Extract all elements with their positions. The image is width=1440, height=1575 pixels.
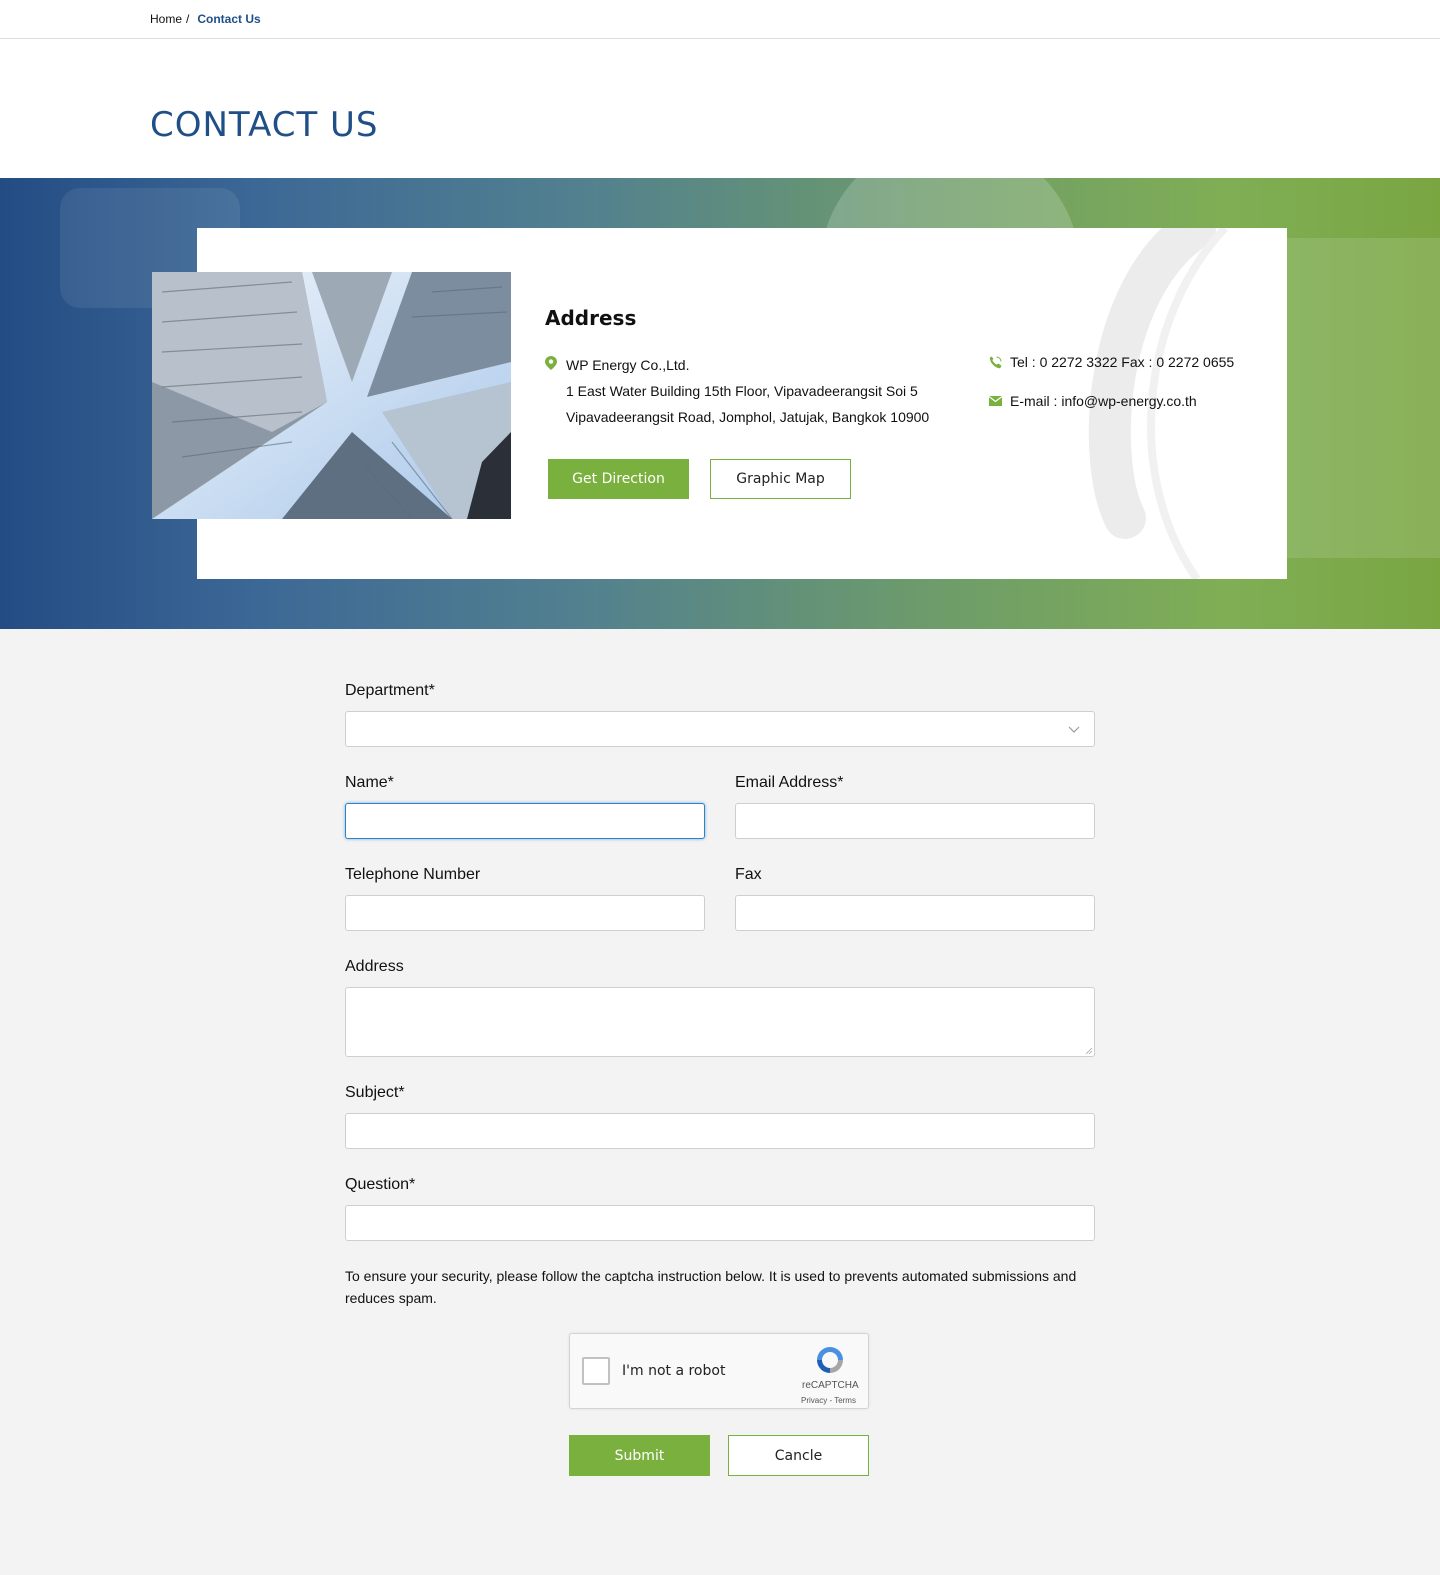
name-label: Name* bbox=[345, 774, 394, 791]
address-line-2: Vipavadeerangsit Road, Jomphol, Jatujak,… bbox=[566, 409, 930, 425]
subject-label: Subject* bbox=[345, 1084, 405, 1101]
graphic-map-button[interactable]: Graphic Map bbox=[710, 459, 851, 499]
breadcrumb-home-link[interactable]: Home bbox=[150, 12, 182, 26]
email-label: Email Address* bbox=[735, 774, 844, 791]
telephone-label: Telephone Number bbox=[345, 866, 481, 883]
recaptcha-checkbox[interactable] bbox=[582, 1357, 610, 1385]
chevron-down-icon bbox=[1068, 726, 1080, 733]
recaptcha-privacy-terms[interactable]: Privacy - Terms bbox=[801, 1396, 856, 1405]
submit-button[interactable]: Submit bbox=[569, 1435, 710, 1476]
telephone-input[interactable] bbox=[345, 895, 705, 931]
fax-label: Fax bbox=[735, 866, 762, 883]
question-label: Question* bbox=[345, 1176, 416, 1193]
email-input[interactable] bbox=[735, 803, 1095, 839]
telephone-fax-text: Tel : 0 2272 3322 Fax : 0 2272 0655 bbox=[1010, 354, 1235, 370]
cancel-button[interactable]: Cancle bbox=[728, 1435, 869, 1476]
recaptcha-widget: I'm not a robot reCAPTCHA Privacy - Term… bbox=[569, 1333, 869, 1409]
name-input[interactable] bbox=[345, 803, 705, 839]
phone-icon bbox=[989, 356, 1002, 369]
address-heading: Address bbox=[545, 306, 637, 330]
address-block: WP Energy Co.,Ltd. 1 East Water Building… bbox=[566, 352, 929, 430]
recaptcha-label: I'm not a robot bbox=[622, 1363, 726, 1379]
page-title: CONTACT US bbox=[150, 105, 379, 145]
breadcrumb: Home / Contact Us bbox=[150, 12, 261, 26]
department-label: Department* bbox=[345, 682, 435, 699]
breadcrumb-separator: / bbox=[186, 12, 190, 26]
email-text[interactable]: E-mail : info@wp-energy.co.th bbox=[1010, 391, 1197, 411]
department-select[interactable] bbox=[345, 711, 1095, 747]
subject-input[interactable] bbox=[345, 1113, 1095, 1149]
title-section: CONTACT US bbox=[0, 39, 1440, 178]
recaptcha-logo-icon bbox=[817, 1347, 843, 1373]
fax-input[interactable] bbox=[735, 895, 1095, 931]
question-input[interactable] bbox=[345, 1205, 1095, 1241]
address-line-1: 1 East Water Building 15th Floor, Vipava… bbox=[566, 383, 918, 399]
company-name: WP Energy Co.,Ltd. bbox=[566, 357, 690, 373]
map-pin-icon bbox=[545, 356, 557, 370]
building-photo bbox=[152, 272, 511, 519]
mail-icon bbox=[989, 396, 1002, 406]
address-textarea[interactable] bbox=[345, 987, 1095, 1057]
recaptcha-brand: reCAPTCHA bbox=[802, 1380, 859, 1391]
breadcrumb-bar: Home / Contact Us bbox=[0, 0, 1440, 39]
breadcrumb-current: Contact Us bbox=[197, 12, 261, 26]
captcha-security-note: To ensure your security, please follow t… bbox=[345, 1268, 1077, 1306]
resize-handle-icon[interactable] bbox=[1086, 1048, 1092, 1054]
address-label: Address bbox=[345, 958, 404, 975]
get-direction-button[interactable]: Get Direction bbox=[548, 459, 689, 499]
